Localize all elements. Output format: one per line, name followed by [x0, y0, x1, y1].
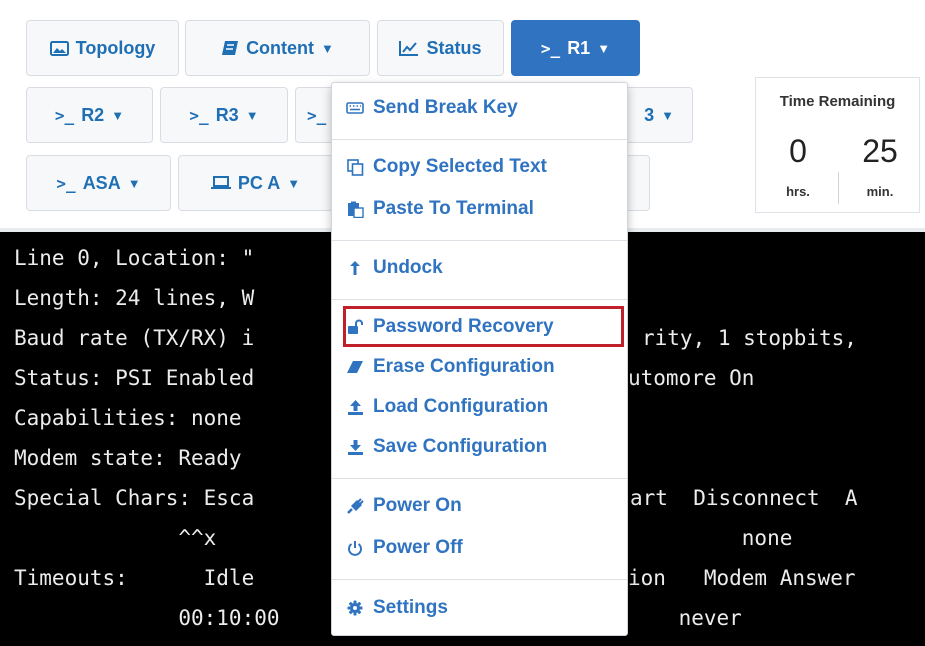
menu-item-copy-selected-text[interactable]: Copy Selected Text [346, 152, 547, 182]
timer-divider [838, 172, 839, 204]
menu-item-label: Password Recovery [373, 316, 554, 337]
menu-item-erase-configuration[interactable]: Erase Configuration [346, 352, 555, 382]
undock-arrow-icon [346, 260, 364, 276]
terminal-line: Length: 24 lines, W [14, 286, 255, 310]
menu-divider [332, 240, 627, 241]
terminal-line: Special Chars: Esca [14, 486, 255, 510]
terminal-icon: >_ [54, 105, 75, 125]
menu-item-label: Send Break Key [373, 97, 518, 118]
menu-divider [332, 478, 627, 479]
asa-label: ASA [82, 172, 121, 193]
unlock-icon [346, 319, 364, 335]
chevron-down-icon: ▼ [127, 175, 141, 191]
menu-item-label: Settings [373, 597, 448, 618]
terminal-icon: >_ [189, 105, 209, 125]
time-remaining-panel: Time Remaining 0 25 hrs. min. [755, 77, 920, 213]
chevron-down-icon: ▼ [321, 40, 334, 56]
menu-item-power-on[interactable]: Power On [346, 491, 462, 521]
menu-item-undock[interactable]: Undock [346, 253, 443, 283]
menu-item-settings[interactable]: Settings [346, 593, 448, 623]
keyboard-icon [346, 102, 364, 114]
topology-button[interactable]: Topology [26, 20, 179, 76]
upload-icon [346, 399, 364, 416]
line-chart-icon [399, 40, 419, 56]
terminal-line: ^^x [14, 526, 217, 550]
chevron-down-icon: ▼ [287, 175, 301, 191]
content-label: Content [246, 37, 315, 58]
terminal-icon: >_ [307, 105, 327, 125]
partially-hidden-label: 3 [644, 104, 655, 125]
terminal-line: Baud rate (TX/RX) i [14, 326, 255, 350]
hours-unit: hrs. [786, 184, 810, 199]
hours-value: 0 [789, 133, 807, 169]
menu-divider [332, 299, 627, 300]
time-remaining-title: Time Remaining [779, 93, 896, 110]
book-icon [221, 40, 239, 56]
pca-label: PC A [237, 172, 281, 193]
r3-dropdown-button[interactable]: >_ R3 ▼ [160, 87, 288, 143]
r1-dropdown-menu: Send Break Key Copy Selected Text Paste … [331, 82, 628, 636]
menu-item-power-off[interactable]: Power Off [346, 533, 463, 563]
chevron-down-icon: ▼ [111, 107, 125, 123]
r2-label: R2 [81, 104, 105, 125]
terminal-line-tail: none [628, 526, 793, 550]
menu-item-send-break-key[interactable]: Send Break Key [346, 93, 518, 123]
pca-dropdown-button[interactable]: PC A ▼ [178, 155, 333, 211]
image-icon [49, 40, 69, 56]
terminal-line-tail: utomore On [628, 366, 755, 390]
asa-dropdown-button[interactable]: >_ ASA ▼ [26, 155, 171, 211]
gear-icon [346, 600, 364, 616]
power-icon [346, 540, 364, 556]
plug-icon [346, 497, 364, 515]
terminal-line: Modem state: Ready [14, 446, 242, 470]
r2-dropdown-button[interactable]: >_ R2 ▼ [26, 87, 153, 143]
terminal-line: Timeouts: Idle [14, 566, 255, 590]
terminal-line: Capabilities: none [14, 406, 242, 430]
terminal-icon: >_ [540, 38, 561, 58]
minutes-value: 25 [862, 133, 898, 169]
chevron-down-icon: ▼ [245, 107, 259, 123]
laptop-icon [210, 176, 231, 190]
menu-item-label: Undock [373, 257, 443, 278]
menu-item-paste-to-terminal[interactable]: Paste To Terminal [346, 194, 534, 224]
menu-item-label: Erase Configuration [373, 356, 555, 377]
eraser-icon [346, 360, 364, 374]
terminal-line-tail: never [628, 606, 742, 630]
menu-divider [332, 139, 627, 140]
menu-item-label: Power On [373, 495, 462, 516]
terminal-line-tail: ion Modem Answer [628, 566, 856, 590]
r1-label: R1 [567, 37, 591, 58]
minutes-unit: min. [866, 184, 894, 199]
terminal-line: 00:10:00 [14, 606, 280, 630]
topology-label: Topology [75, 37, 156, 58]
status-label: Status [426, 37, 482, 58]
r3-label: R3 [215, 104, 239, 125]
menu-item-label: Power Off [373, 537, 463, 558]
menu-item-label: Copy Selected Text [373, 156, 547, 177]
menu-item-label: Load Configuration [373, 396, 549, 417]
menu-item-save-configuration[interactable]: Save Configuration [346, 432, 547, 462]
terminal-line-tail: art Disconnect A [630, 486, 858, 510]
copy-icon [346, 158, 364, 176]
chevron-down-icon: ▼ [597, 40, 611, 56]
content-button[interactable]: Content ▼ [185, 20, 370, 76]
chevron-down-icon: ▼ [661, 107, 674, 123]
download-icon [346, 439, 364, 456]
menu-divider [332, 579, 627, 580]
terminal-line: Status: PSI Enabled [14, 366, 255, 390]
status-button[interactable]: Status [377, 20, 504, 76]
terminal-icon: >_ [56, 173, 76, 193]
menu-item-label: Paste To Terminal [373, 198, 534, 219]
menu-item-label: Save Configuration [373, 436, 548, 457]
menu-item-password-recovery[interactable]: Password Recovery [346, 312, 554, 342]
terminal-line-tail: rity, 1 stopbits, [642, 326, 857, 350]
menu-item-load-configuration[interactable]: Load Configuration [346, 392, 548, 422]
r1-dropdown-button[interactable]: >_ R1 ▼ [511, 20, 640, 76]
paste-icon [346, 201, 364, 218]
terminal-line: Line 0, Location: " [14, 246, 255, 270]
